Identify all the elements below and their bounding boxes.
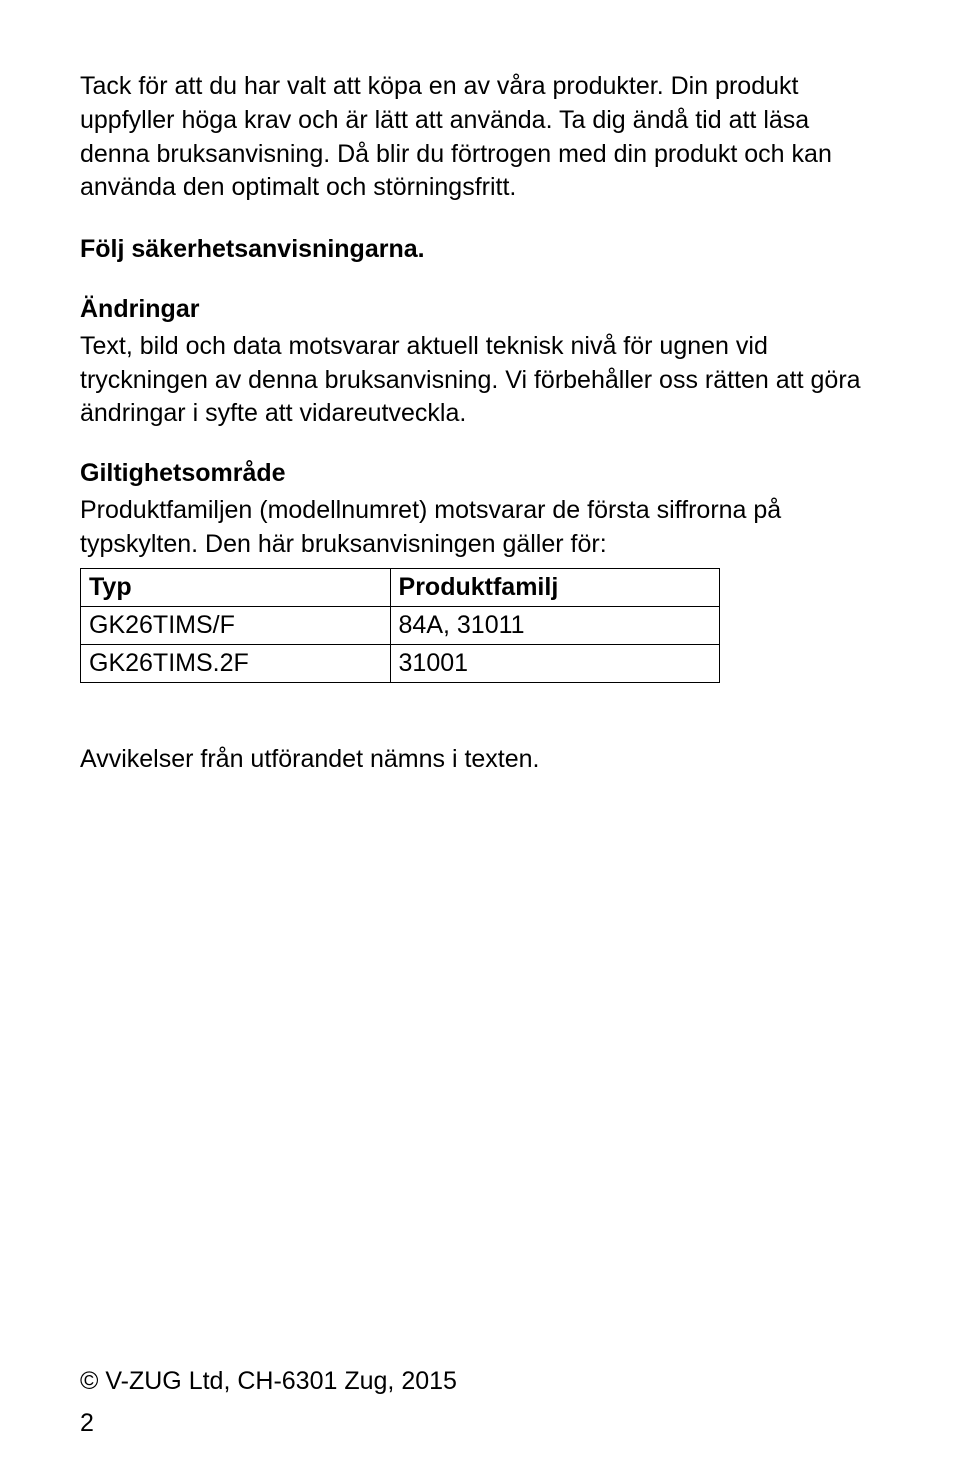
validity-section: Giltighetsområde Produktfamiljen (modell… [80,459,880,562]
table-row: GK26TIMS/F 84A, 31011 [81,606,720,644]
copyright-line: © V-ZUG Ltd, CH-6301 Zug, 2015 [80,1367,457,1396]
changes-heading: Ändringar [80,295,880,324]
page-content: Tack för att du har valt att köpa en av … [0,0,960,1458]
table-cell-family: 31001 [390,644,719,682]
validity-heading: Giltighetsområde [80,459,880,488]
safety-instruction: Följ säkerhetsanvisningarna. [80,233,880,267]
validity-body: Produktfamiljen (modellnumret) motsvarar… [80,494,880,562]
product-family-table: Typ Produktfamilj GK26TIMS/F 84A, 31011 … [80,568,720,683]
table-header-typ: Typ [81,568,391,606]
table-cell-typ: GK26TIMS/F [81,606,391,644]
intro-paragraph: Tack för att du har valt att köpa en av … [80,70,880,205]
deviations-note: Avvikelser från utförandet nämns i texte… [80,743,880,777]
table-cell-family: 84A, 31011 [390,606,719,644]
changes-body: Text, bild och data motsvarar aktuell te… [80,330,880,431]
table-row: GK26TIMS.2F 31001 [81,644,720,682]
table-header-row: Typ Produktfamilj [81,568,720,606]
changes-section: Ändringar Text, bild och data motsvarar … [80,295,880,431]
table-cell-typ: GK26TIMS.2F [81,644,391,682]
page-number: 2 [80,1409,94,1438]
table-header-family: Produktfamilj [390,568,719,606]
